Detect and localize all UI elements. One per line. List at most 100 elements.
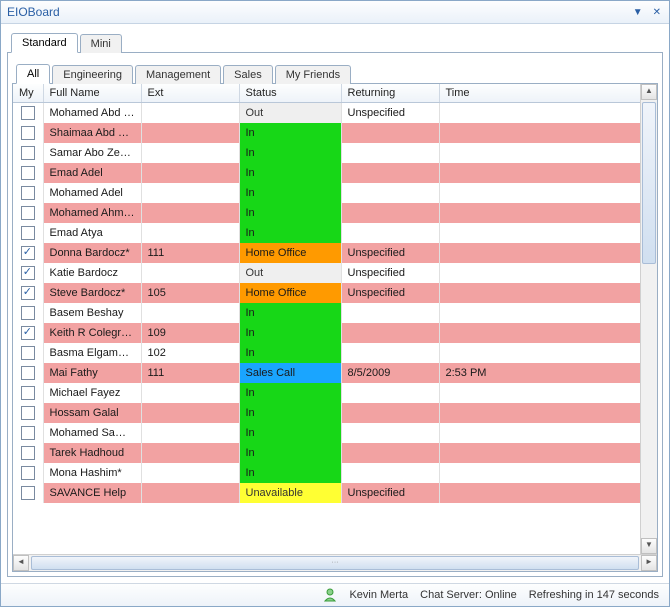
my-checkbox[interactable] xyxy=(21,366,35,380)
cell-returning xyxy=(341,323,439,343)
my-checkbox[interactable] xyxy=(21,126,35,140)
table-row[interactable]: Keith R Colegrove*109In xyxy=(13,323,657,343)
top-tab-standard[interactable]: Standard xyxy=(11,33,78,53)
col-fullname[interactable]: Full Name xyxy=(43,84,141,103)
my-checkbox-cell[interactable] xyxy=(13,363,43,383)
scroll-down-arrow[interactable]: ▼ xyxy=(641,538,657,554)
table-row[interactable]: Emad AtyaIn xyxy=(13,223,657,243)
cell-returning xyxy=(341,223,439,243)
table-row[interactable]: Donna Bardocz*111Home OfficeUnspecified xyxy=(13,243,657,263)
table-row[interactable]: Shaimaa Abd El ...In xyxy=(13,123,657,143)
cell-ext xyxy=(141,303,239,323)
status-user: Kevin Merta xyxy=(349,589,408,601)
my-checkbox[interactable] xyxy=(21,426,35,440)
my-checkbox[interactable] xyxy=(21,146,35,160)
cell-status: In xyxy=(239,183,341,203)
table-row[interactable]: Mohamed Same...In xyxy=(13,423,657,443)
my-checkbox[interactable] xyxy=(21,266,35,280)
col-time[interactable]: Time xyxy=(439,84,641,103)
filter-tab-sales[interactable]: Sales xyxy=(223,65,273,84)
cell-returning xyxy=(341,403,439,423)
table-row[interactable]: Katie BardoczOutUnspecified xyxy=(13,263,657,283)
filter-tab-my-friends[interactable]: My Friends xyxy=(275,65,351,84)
cell-status: Sales Call xyxy=(239,363,341,383)
content-frame: AllEngineeringManagementSalesMy Friends … xyxy=(7,53,663,577)
my-checkbox[interactable] xyxy=(21,246,35,260)
my-checkbox[interactable] xyxy=(21,446,35,460)
my-checkbox-cell[interactable] xyxy=(13,463,43,483)
my-checkbox-cell[interactable] xyxy=(13,283,43,303)
scroll-left-arrow[interactable]: ◄ xyxy=(13,555,29,571)
table-row[interactable]: Mohamed AdelIn xyxy=(13,183,657,203)
my-checkbox-cell[interactable] xyxy=(13,443,43,463)
cell-fullname: Emad Adel xyxy=(43,163,141,183)
my-checkbox-cell[interactable] xyxy=(13,223,43,243)
my-checkbox[interactable] xyxy=(21,306,35,320)
my-checkbox-cell[interactable] xyxy=(13,243,43,263)
table-row[interactable]: Hossam GalalIn xyxy=(13,403,657,423)
cell-status: In xyxy=(239,223,341,243)
table-row[interactable]: Emad AdelIn xyxy=(13,163,657,183)
my-checkbox[interactable] xyxy=(21,286,35,300)
my-checkbox[interactable] xyxy=(21,486,35,500)
table-row[interactable]: Mona Hashim*In xyxy=(13,463,657,483)
table-row[interactable]: Mohamed Abd El...OutUnspecified xyxy=(13,103,657,124)
table-row[interactable]: Steve Bardocz*105Home OfficeUnspecified xyxy=(13,283,657,303)
my-checkbox-cell[interactable] xyxy=(13,123,43,143)
my-checkbox[interactable] xyxy=(21,166,35,180)
my-checkbox-cell[interactable] xyxy=(13,323,43,343)
my-checkbox-cell[interactable] xyxy=(13,303,43,323)
col-status[interactable]: Status xyxy=(239,84,341,103)
minimize-button[interactable]: ▼ xyxy=(631,7,645,18)
scroll-up-arrow[interactable]: ▲ xyxy=(641,84,657,100)
cell-time: 2:53 PM xyxy=(439,363,641,383)
my-checkbox-cell[interactable] xyxy=(13,383,43,403)
my-checkbox-cell[interactable] xyxy=(13,163,43,183)
table-row[interactable]: Basem BeshayIn xyxy=(13,303,657,323)
horizontal-scrollbar[interactable]: ◄ ··· ► xyxy=(13,554,657,571)
my-checkbox-cell[interactable] xyxy=(13,183,43,203)
cell-returning xyxy=(341,443,439,463)
hscroll-thumb[interactable]: ··· xyxy=(31,556,639,570)
scroll-right-arrow[interactable]: ► xyxy=(641,555,657,571)
hscroll-track[interactable]: ··· xyxy=(29,555,641,571)
my-checkbox-cell[interactable] xyxy=(13,343,43,363)
col-ext[interactable]: Ext xyxy=(141,84,239,103)
table-row[interactable]: Mohamed AhmedIn xyxy=(13,203,657,223)
my-checkbox[interactable] xyxy=(21,106,35,120)
filter-tab-management[interactable]: Management xyxy=(135,65,221,84)
my-checkbox[interactable] xyxy=(21,186,35,200)
table-row[interactable]: Basma Elgammal*102In xyxy=(13,343,657,363)
my-checkbox-cell[interactable] xyxy=(13,143,43,163)
close-button[interactable]: ✕ xyxy=(651,7,663,18)
cell-ext xyxy=(141,463,239,483)
vertical-scrollbar[interactable]: ▲ ▼ xyxy=(640,84,657,554)
status-chat: Chat Server: Online xyxy=(420,589,517,601)
my-checkbox-cell[interactable] xyxy=(13,103,43,124)
filter-tab-engineering[interactable]: Engineering xyxy=(52,65,133,84)
my-checkbox[interactable] xyxy=(21,226,35,240)
table-row[interactable]: Samar Abo Zeed*In xyxy=(13,143,657,163)
my-checkbox-cell[interactable] xyxy=(13,423,43,443)
my-checkbox[interactable] xyxy=(21,206,35,220)
my-checkbox-cell[interactable] xyxy=(13,403,43,423)
my-checkbox-cell[interactable] xyxy=(13,483,43,503)
my-checkbox[interactable] xyxy=(21,386,35,400)
vscroll-thumb[interactable] xyxy=(642,102,656,264)
table-row[interactable]: Mai Fathy111Sales Call8/5/20092:53 PM xyxy=(13,363,657,383)
my-checkbox[interactable] xyxy=(21,406,35,420)
top-tab-mini[interactable]: Mini xyxy=(80,34,122,53)
my-checkbox[interactable] xyxy=(21,326,35,340)
my-checkbox-cell[interactable] xyxy=(13,203,43,223)
col-returning[interactable]: Returning xyxy=(341,84,439,103)
my-checkbox-cell[interactable] xyxy=(13,263,43,283)
col-my[interactable]: My xyxy=(13,84,43,103)
my-checkbox[interactable] xyxy=(21,466,35,480)
my-checkbox[interactable] xyxy=(21,346,35,360)
vscroll-track[interactable] xyxy=(641,100,657,538)
table-row[interactable]: Tarek HadhoudIn xyxy=(13,443,657,463)
table-row[interactable]: SAVANCE HelpUnavailableUnspecified xyxy=(13,483,657,503)
filter-tab-all[interactable]: All xyxy=(16,64,50,84)
table-row[interactable]: Michael FayezIn xyxy=(13,383,657,403)
top-tabstrip: StandardMini xyxy=(7,30,663,53)
